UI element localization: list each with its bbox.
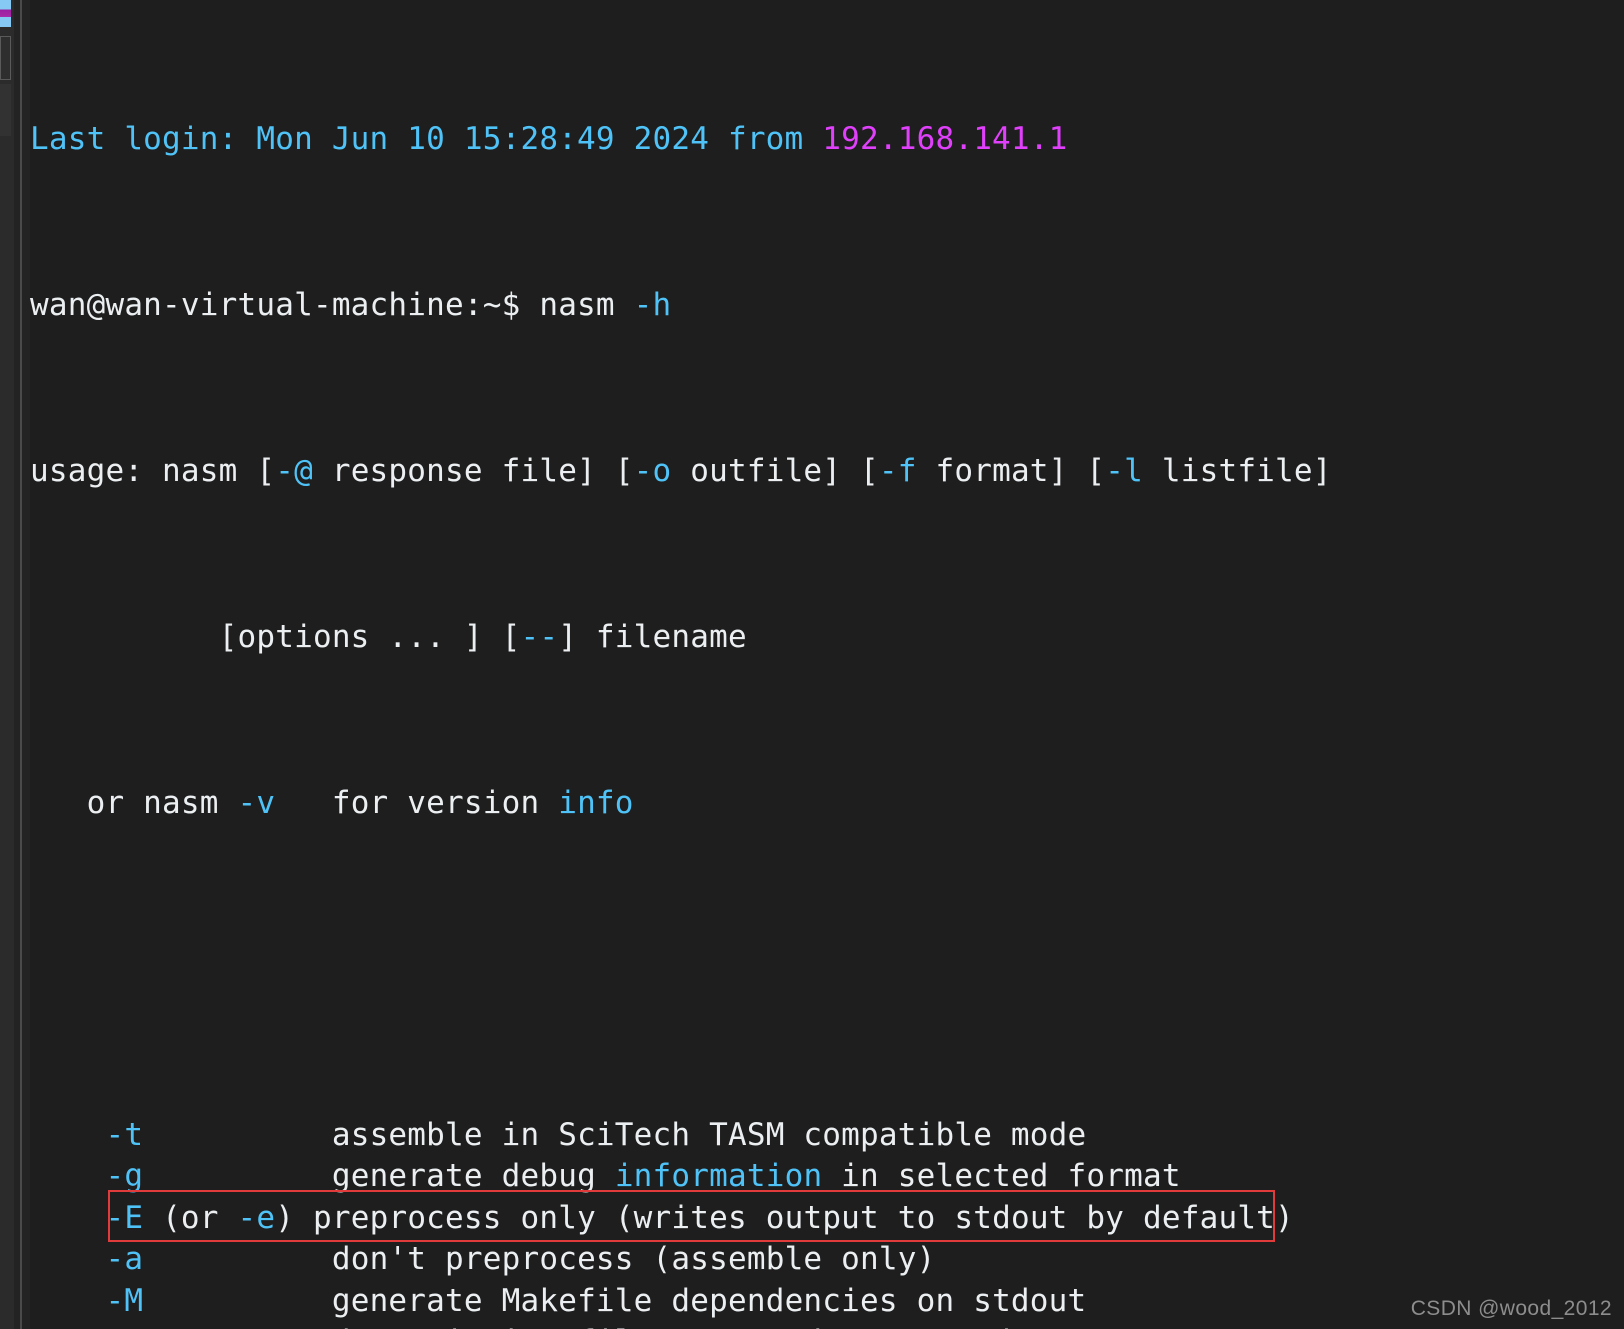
- usage-text-b: response file] [: [312, 452, 634, 489]
- line-usage-2: [options ... ] [--] filename: [30, 617, 1624, 659]
- line-prompt: wan@wan-virtual-machine:~$ nasm -h: [30, 285, 1624, 327]
- option-flag: -t: [105, 1116, 144, 1153]
- line-usage-3: or nasm -v for version info: [30, 783, 1624, 825]
- usage-version-mid: for version: [275, 784, 559, 821]
- option-flag: -g: [105, 1158, 144, 1194]
- usage-text-c: outfile] [: [671, 452, 879, 489]
- option-flag-alt-close: ): [275, 1199, 313, 1236]
- terminal-window: Last login: Mon Jun 10 15:28:49 2024 fro…: [0, 0, 1624, 1329]
- terminal-screen: Last login: Mon Jun 10 15:28:49 2024 fro…: [30, 0, 1624, 1329]
- option-row: -t assemble in SciTech TASM compatible m…: [30, 1115, 1624, 1157]
- option-flag: -a: [105, 1241, 144, 1277]
- line-usage-1: usage: nasm [-@ response file] [-o outfi…: [30, 451, 1624, 493]
- option-description: generate Makefile dependencies on stdout: [331, 1282, 1087, 1319]
- option-description: generate debug: [331, 1158, 615, 1194]
- command-flag: -h: [633, 286, 672, 323]
- launcher-window-preview[interactable]: [0, 36, 11, 80]
- last-login-ip: 192.168.141.1: [822, 120, 1068, 157]
- launcher-rail: [0, 0, 11, 1329]
- command-name: nasm: [539, 286, 634, 323]
- option-description: don't preprocess (assemble only): [331, 1241, 936, 1277]
- last-login-text: Last login: Mon Jun 10 15:28:49 2024 fro…: [30, 120, 823, 157]
- option-flag: -MG: [105, 1324, 162, 1329]
- option-flag: -M: [105, 1282, 144, 1319]
- column-pad: [143, 1283, 332, 1319]
- usage-version-prefix: or nasm: [30, 784, 238, 821]
- line-last-login: Last login: Mon Jun 10 15:28:49 2024 fro…: [30, 119, 1624, 161]
- usage-flag-o: -o: [633, 452, 672, 489]
- usage-text-e: listfile]: [1143, 452, 1332, 489]
- scrollbar-track[interactable]: [20, 0, 22, 1329]
- option-row: -g generate debug information in selecte…: [30, 1156, 1624, 1198]
- usage-options-text: [options ... ] [: [30, 618, 521, 655]
- usage-flag-v: -v: [237, 784, 276, 821]
- option-row: -a don't preprocess (assemble only): [30, 1239, 1624, 1281]
- usage-text-d: format] [: [916, 452, 1106, 489]
- csdn-watermark: CSDN @wood_2012: [1410, 1297, 1612, 1320]
- desktop-launcher-strip[interactable]: [0, 0, 14, 1329]
- usage-flag-f: -f: [878, 452, 917, 489]
- option-description: preprocess only (writes output to stdout…: [313, 1199, 1294, 1236]
- option-description-tail: in selected format: [822, 1158, 1181, 1194]
- launcher-secondary-tile[interactable]: [0, 84, 11, 136]
- option-row: -MG d:o, missing files assumed generated: [30, 1322, 1624, 1329]
- usage-text-a: usage: nasm [: [30, 452, 276, 489]
- option-list: -t assemble in SciTech TASM compatible m…: [30, 1115, 1624, 1329]
- option-description: d:o, missing files assumed generated: [332, 1324, 1011, 1329]
- option-row: -E (or -e) preprocess only (writes outpu…: [30, 1198, 1624, 1240]
- column-pad: [143, 1241, 332, 1277]
- usage-flag-at: -@: [275, 452, 313, 489]
- usage-version-info: info: [558, 784, 634, 821]
- shell-prompt: wan@wan-virtual-machine:~$: [30, 286, 540, 323]
- option-row: -M generate Makefile dependencies on std…: [30, 1281, 1624, 1323]
- usage-flag-l: -l: [1105, 452, 1143, 489]
- option-flag-alt: -e: [237, 1199, 276, 1236]
- usage-flag-ddash: --: [520, 618, 559, 655]
- column-pad: [143, 1117, 332, 1153]
- column-pad: [162, 1324, 332, 1329]
- column-pad: [143, 1158, 332, 1194]
- option-flag-alt-open: (or: [143, 1199, 238, 1236]
- option-description-highlight: information: [614, 1158, 823, 1194]
- terminal-scrollbar[interactable]: [14, 0, 30, 1329]
- launcher-app-icon[interactable]: [0, 0, 11, 27]
- usage-filename-text: ] filename: [558, 618, 747, 655]
- terminal-output-area[interactable]: Last login: Mon Jun 10 15:28:49 2024 fro…: [30, 0, 1624, 1329]
- option-flag: -E: [105, 1199, 144, 1236]
- option-description: assemble in SciTech TASM compatible mode: [331, 1116, 1087, 1153]
